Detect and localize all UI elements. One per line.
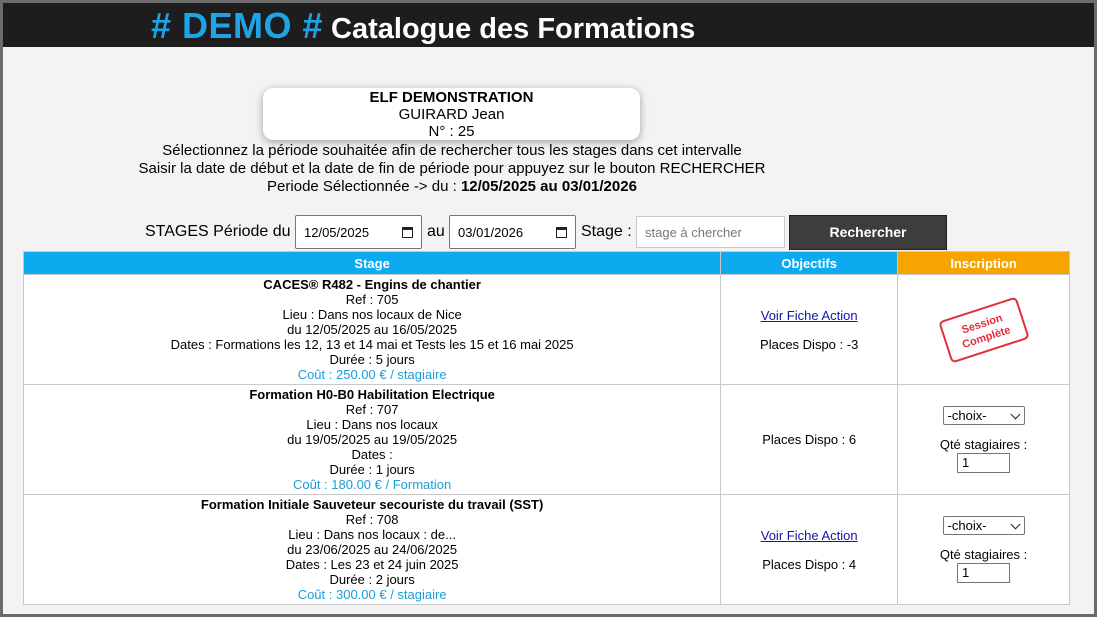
- table-header-row: Stage Objectifs Inscription: [22, 251, 1070, 275]
- selected-period-value: 12/05/2025 au 03/01/2026: [460, 178, 637, 195]
- stage-title: Formation H0-B0 Habilitation Electrique: [249, 387, 495, 402]
- calendar-icon[interactable]: [556, 226, 567, 238]
- stage-dates: Dates : Les 23 et 24 juin 2025: [285, 557, 459, 572]
- selected-period: Periode Sélectionnée -> du : 12/05/2025 …: [0, 178, 904, 196]
- stage-cout: Coût : 180.00 € / Formation: [292, 477, 452, 492]
- to-label: au: [427, 223, 445, 240]
- user-number: N° : 25: [428, 123, 475, 140]
- demo-label: # DEMO #: [151, 5, 324, 46]
- stage-cell: CACES® R482 - Engins de chantier Ref : 7…: [22, 274, 722, 385]
- places-dispo: Places Dispo : 6: [762, 432, 857, 447]
- date-from-value: 12/05/2025: [304, 224, 370, 240]
- objectifs-cell: Voir Fiche Action Places Dispo : 4: [720, 494, 899, 605]
- choix-value: -choix-: [947, 518, 987, 533]
- catalogue-title: Catalogue des Formations: [331, 13, 696, 45]
- places-dispo: Places Dispo : -3: [760, 336, 859, 352]
- search-button[interactable]: Rechercher: [789, 215, 947, 250]
- chevron-down-icon: [1010, 519, 1020, 530]
- table-row: Formation H0-B0 Habilitation Electrique …: [22, 384, 1070, 495]
- stage-title: CACES® R482 - Engins de chantier: [263, 277, 481, 292]
- stage-duree: Durée : 5 jours: [329, 352, 415, 367]
- stage-dates: Dates : Formations les 12, 13 et 14 mai …: [170, 337, 574, 352]
- objectifs-cell: Places Dispo : 6: [720, 384, 899, 495]
- stage-title: Formation Initiale Sauveteur secouriste …: [200, 497, 544, 512]
- stages-table: Stage Objectifs Inscription CACES® R482 …: [22, 251, 1070, 605]
- instruction-line-1: Sélectionnez la période souhaitée afin d…: [162, 142, 742, 159]
- period-label: STAGES Période du: [145, 223, 291, 240]
- user-card: ELF DEMONSTRATION GUIRARD Jean N° : 25: [263, 88, 640, 140]
- qte-input[interactable]: 1: [957, 453, 1011, 473]
- inscription-cell: Session Complète: [897, 274, 1070, 385]
- stage-ref: Ref : 708: [345, 512, 399, 527]
- date-to-value: 03/01/2026: [458, 224, 524, 240]
- stage-ref: Ref : 707: [345, 402, 399, 417]
- organisation-name: ELF DEMONSTRATION: [369, 89, 534, 106]
- session-complete-stamp: Session Complète: [937, 295, 1030, 364]
- search-bar: STAGES Période du 12/05/2025 au 03/01/20…: [0, 215, 1097, 251]
- stage-periode: du 12/05/2025 au 16/05/2025: [287, 322, 458, 337]
- stage-periode: du 19/05/2025 au 19/05/2025: [287, 432, 458, 447]
- stage-cout: Coût : 300.00 € / stagiaire: [297, 587, 447, 602]
- places-dispo: Places Dispo : 4: [762, 556, 857, 572]
- choix-value: -choix-: [947, 408, 987, 423]
- inscription-cell: -choix- Qté stagiaires : 1: [897, 384, 1070, 495]
- instruction-line-2: Saisir la date de début et la date de fi…: [138, 160, 766, 177]
- stage-cell: Formation H0-B0 Habilitation Electrique …: [22, 384, 722, 495]
- chevron-down-icon: [1010, 409, 1020, 420]
- qte-input[interactable]: 1: [957, 563, 1011, 583]
- choix-select[interactable]: -choix-: [942, 406, 1025, 425]
- table-row: Formation Initiale Sauveteur secouriste …: [22, 494, 1070, 605]
- header-objectifs: Objectifs: [720, 251, 899, 275]
- stage-search-input[interactable]: stage à chercher: [636, 216, 785, 248]
- stage-duree: Durée : 2 jours: [329, 572, 415, 587]
- stage-lieu: Lieu : Dans nos locaux: [306, 417, 438, 432]
- fiche-action-link[interactable]: Voir Fiche Action: [721, 308, 897, 323]
- header-bar: # DEMO # Catalogue des Formations: [3, 3, 1094, 47]
- stage-periode: du 23/06/2025 au 24/06/2025: [287, 542, 458, 557]
- calendar-icon[interactable]: [402, 226, 413, 238]
- stage-ref: Ref : 705: [345, 292, 399, 307]
- fiche-action-link[interactable]: Voir Fiche Action: [721, 528, 897, 543]
- page-title: # DEMO # Catalogue des Formations: [151, 5, 695, 47]
- stage-cout: Coût : 250.00 € / stagiaire: [297, 367, 447, 382]
- choix-select[interactable]: -choix-: [942, 516, 1025, 535]
- header-stage: Stage: [22, 251, 722, 275]
- header-inscription: Inscription: [897, 251, 1070, 275]
- qte-label: Qté stagiaires :: [939, 547, 1028, 562]
- user-name: GUIRARD Jean: [398, 106, 505, 123]
- stage-label: Stage :: [581, 223, 632, 240]
- stage-dates: Dates :: [351, 447, 393, 462]
- stage-duree: Durée : 1 jours: [329, 462, 415, 477]
- stage-lieu: Lieu : Dans nos locaux de Nice: [282, 307, 462, 322]
- stage-lieu: Lieu : Dans nos locaux : de...: [288, 527, 456, 542]
- objectifs-cell: Voir Fiche Action Places Dispo : -3: [720, 274, 899, 385]
- date-from-input[interactable]: 12/05/2025: [295, 215, 422, 249]
- qte-label: Qté stagiaires :: [939, 437, 1028, 452]
- stage-cell: Formation Initiale Sauveteur secouriste …: [22, 494, 722, 605]
- date-to-input[interactable]: 03/01/2026: [449, 215, 576, 249]
- table-row: CACES® R482 - Engins de chantier Ref : 7…: [22, 274, 1070, 385]
- selected-period-label: Periode Sélectionnée -> du :: [267, 178, 457, 195]
- inscription-cell: -choix- Qté stagiaires : 1: [897, 494, 1070, 605]
